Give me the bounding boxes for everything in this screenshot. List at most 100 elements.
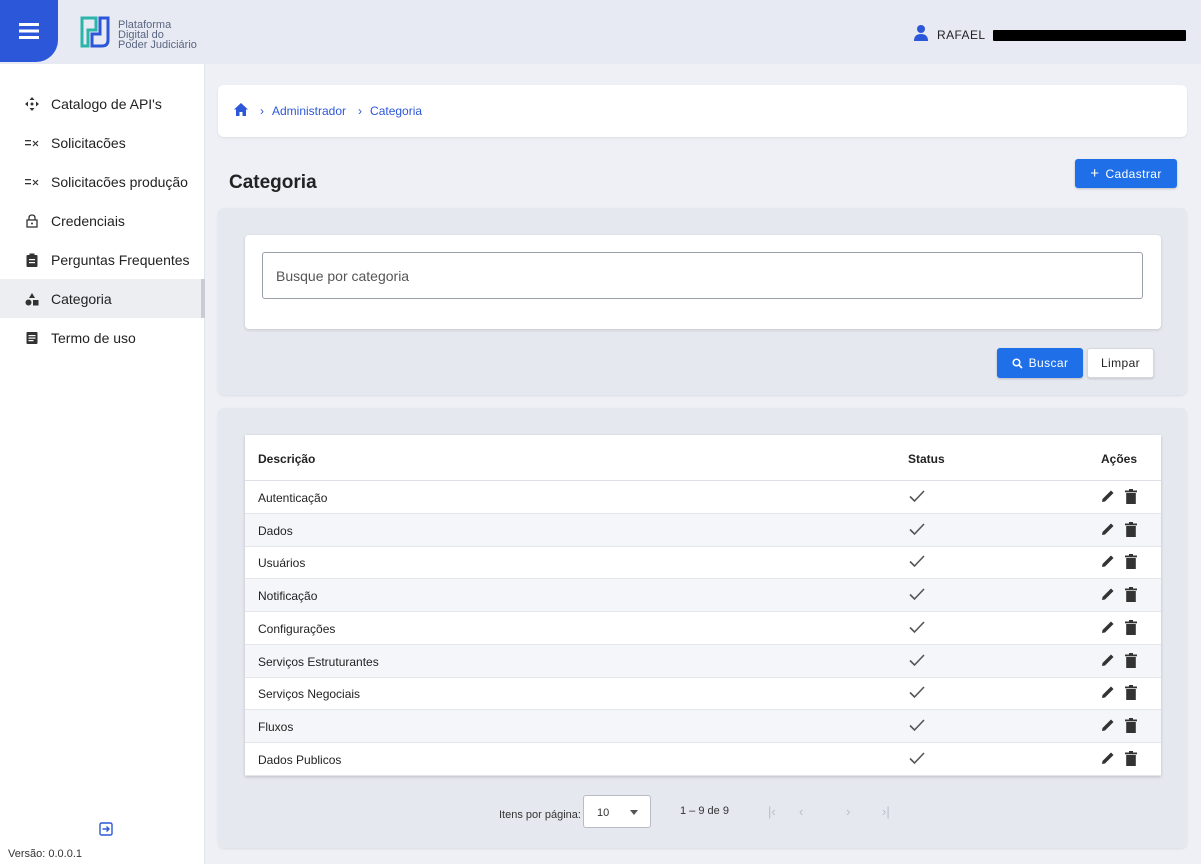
app-version: Versão: 0.0.0.1 xyxy=(8,848,82,860)
logo-line-2: Digital do xyxy=(118,28,164,41)
check-icon xyxy=(909,653,925,666)
sidebar-item-label: Categoria xyxy=(51,290,112,307)
check-icon xyxy=(909,555,925,568)
check-icon xyxy=(909,621,925,633)
page-title: Categoria xyxy=(229,172,317,193)
clipboard-icon xyxy=(24,252,40,268)
check-icon xyxy=(909,686,925,699)
breadcrumb-administrador[interactable]: Administrador xyxy=(272,104,346,118)
sidebar-item-categoria[interactable]: Categoria xyxy=(0,279,205,318)
row-description: Dados Publicos xyxy=(258,752,342,767)
table-row: Serviços Negociais xyxy=(245,677,1161,711)
table-header: Descrição Status Ações xyxy=(245,435,1161,481)
edit-pencil-icon[interactable] xyxy=(1101,489,1115,503)
buscar-button[interactable]: Buscar xyxy=(997,348,1083,378)
delete-trash-icon[interactable] xyxy=(1125,717,1137,733)
row-description: Notificação xyxy=(258,589,318,604)
header-descricao: Descrição xyxy=(258,452,316,466)
row-description: Dados xyxy=(258,523,293,538)
sidebar-item-solicitacoes-producao[interactable]: Solicitacões produção xyxy=(0,162,205,201)
table-row: Serviços Estruturantes xyxy=(245,644,1161,678)
page-size-select[interactable]: 10 xyxy=(583,795,651,828)
check-icon xyxy=(909,752,925,764)
limpar-button[interactable]: Limpar xyxy=(1087,348,1154,378)
previous-page-icon[interactable]: ‹ xyxy=(799,804,803,819)
edit-pencil-icon[interactable] xyxy=(1101,587,1115,601)
table-row: Autenticação xyxy=(245,481,1161,514)
table-row: Notificação xyxy=(245,579,1161,613)
sidebar-item-perguntas[interactable]: Perguntas Frequentes xyxy=(0,240,205,279)
table-row: Dados xyxy=(245,513,1161,547)
home-icon[interactable] xyxy=(234,103,248,119)
edit-pencil-icon[interactable] xyxy=(1101,554,1115,568)
page-range: 1 – 9 de 9 xyxy=(680,805,729,817)
check-icon xyxy=(909,588,925,601)
sidebar-item-label: Credenciais xyxy=(51,212,125,229)
delete-trash-icon[interactable] xyxy=(1125,652,1137,668)
hamburger-icon xyxy=(19,23,39,39)
category-search-input[interactable] xyxy=(262,252,1143,299)
row-description: Configurações xyxy=(258,621,336,636)
header-acoes: Ações xyxy=(1101,452,1138,466)
row-description: Autenticação xyxy=(258,491,328,505)
page-size-value: 10 xyxy=(597,807,610,819)
cadastrar-button[interactable]: + Cadastrar xyxy=(1075,159,1177,188)
edit-pencil-icon[interactable] xyxy=(1101,653,1115,667)
edit-pencil-icon[interactable] xyxy=(1101,522,1115,536)
sidebar-item-label: Termo de uso xyxy=(51,329,136,346)
sidebar-item-label: Solicitacões xyxy=(51,134,126,151)
row-description: Usuários xyxy=(258,556,306,571)
delete-trash-icon[interactable] xyxy=(1125,554,1137,570)
delete-trash-icon[interactable] xyxy=(1125,489,1137,504)
delete-trash-icon[interactable] xyxy=(1125,521,1137,537)
check-icon xyxy=(909,490,925,503)
document-icon xyxy=(24,330,40,346)
sidebar-item-label: Catalogo de API's xyxy=(51,95,162,112)
breadcrumb: › Administrador › Categoria xyxy=(218,85,1187,137)
sidebar-item-termo[interactable]: Termo de uso xyxy=(0,318,205,357)
move-arrows-icon xyxy=(24,96,40,112)
edit-pencil-icon[interactable] xyxy=(1101,620,1115,634)
sidebar-item-credenciais[interactable]: Credenciais xyxy=(0,201,205,240)
search-icon xyxy=(1012,357,1023,369)
paginator: Itens por página: 10 1 – 9 de 9 |‹ ‹ › ›… xyxy=(218,795,1187,831)
delete-trash-icon[interactable] xyxy=(1125,750,1137,766)
items-per-page-label: Itens por página: xyxy=(499,809,581,821)
sidebar-item-solicitacoes[interactable]: Solicitacões xyxy=(0,123,205,162)
chevron-right-icon: › xyxy=(358,104,363,118)
edit-pencil-icon[interactable] xyxy=(1101,751,1115,765)
chevron-right-icon: › xyxy=(260,104,264,118)
first-page-icon[interactable]: |‹ xyxy=(768,804,776,819)
list-check-icon xyxy=(24,135,40,151)
delete-trash-icon[interactable] xyxy=(1125,619,1137,635)
breadcrumb-categoria[interactable]: Categoria xyxy=(370,104,422,118)
delete-trash-icon[interactable] xyxy=(1125,587,1137,603)
check-icon xyxy=(909,523,925,535)
caret-down-icon xyxy=(630,810,638,815)
table-panel: Descrição Status Ações Autenticação Dados… xyxy=(218,408,1187,848)
logout-icon[interactable] xyxy=(99,822,113,836)
logo-line-3: Poder Judiciário xyxy=(118,38,197,51)
user-menu[interactable]: RAFAEL xyxy=(913,24,1187,46)
top-header: Plataforma Digital do Poder Judiciário R… xyxy=(0,0,1201,64)
delete-trash-icon[interactable] xyxy=(1125,685,1137,701)
header-status: Status xyxy=(908,452,945,466)
sidebar: Catalogo de API's Solicitacões Solicitac… xyxy=(0,64,205,864)
edit-pencil-icon[interactable] xyxy=(1101,685,1115,699)
row-description: Fluxos xyxy=(258,719,294,734)
sidebar-item-catalogo[interactable]: Catalogo de API's xyxy=(0,84,205,123)
category-table: Descrição Status Ações Autenticação Dados… xyxy=(245,435,1161,776)
menu-toggle-button[interactable] xyxy=(0,0,58,62)
edit-pencil-icon[interactable] xyxy=(1101,718,1115,732)
buscar-label: Buscar xyxy=(1028,356,1069,370)
next-page-icon[interactable]: › xyxy=(846,804,850,819)
user-name: RAFAEL xyxy=(937,28,986,42)
redacted-user-surname xyxy=(993,29,1187,41)
last-page-icon[interactable]: ›| xyxy=(882,804,890,819)
logo-line-1: Plataforma xyxy=(118,18,172,31)
user-icon xyxy=(913,24,929,46)
table-row: Fluxos xyxy=(245,709,1161,743)
sidebar-item-label: Perguntas Frequentes xyxy=(51,251,190,268)
check-icon xyxy=(909,719,925,732)
cadastrar-label: Cadastrar xyxy=(1105,166,1162,181)
